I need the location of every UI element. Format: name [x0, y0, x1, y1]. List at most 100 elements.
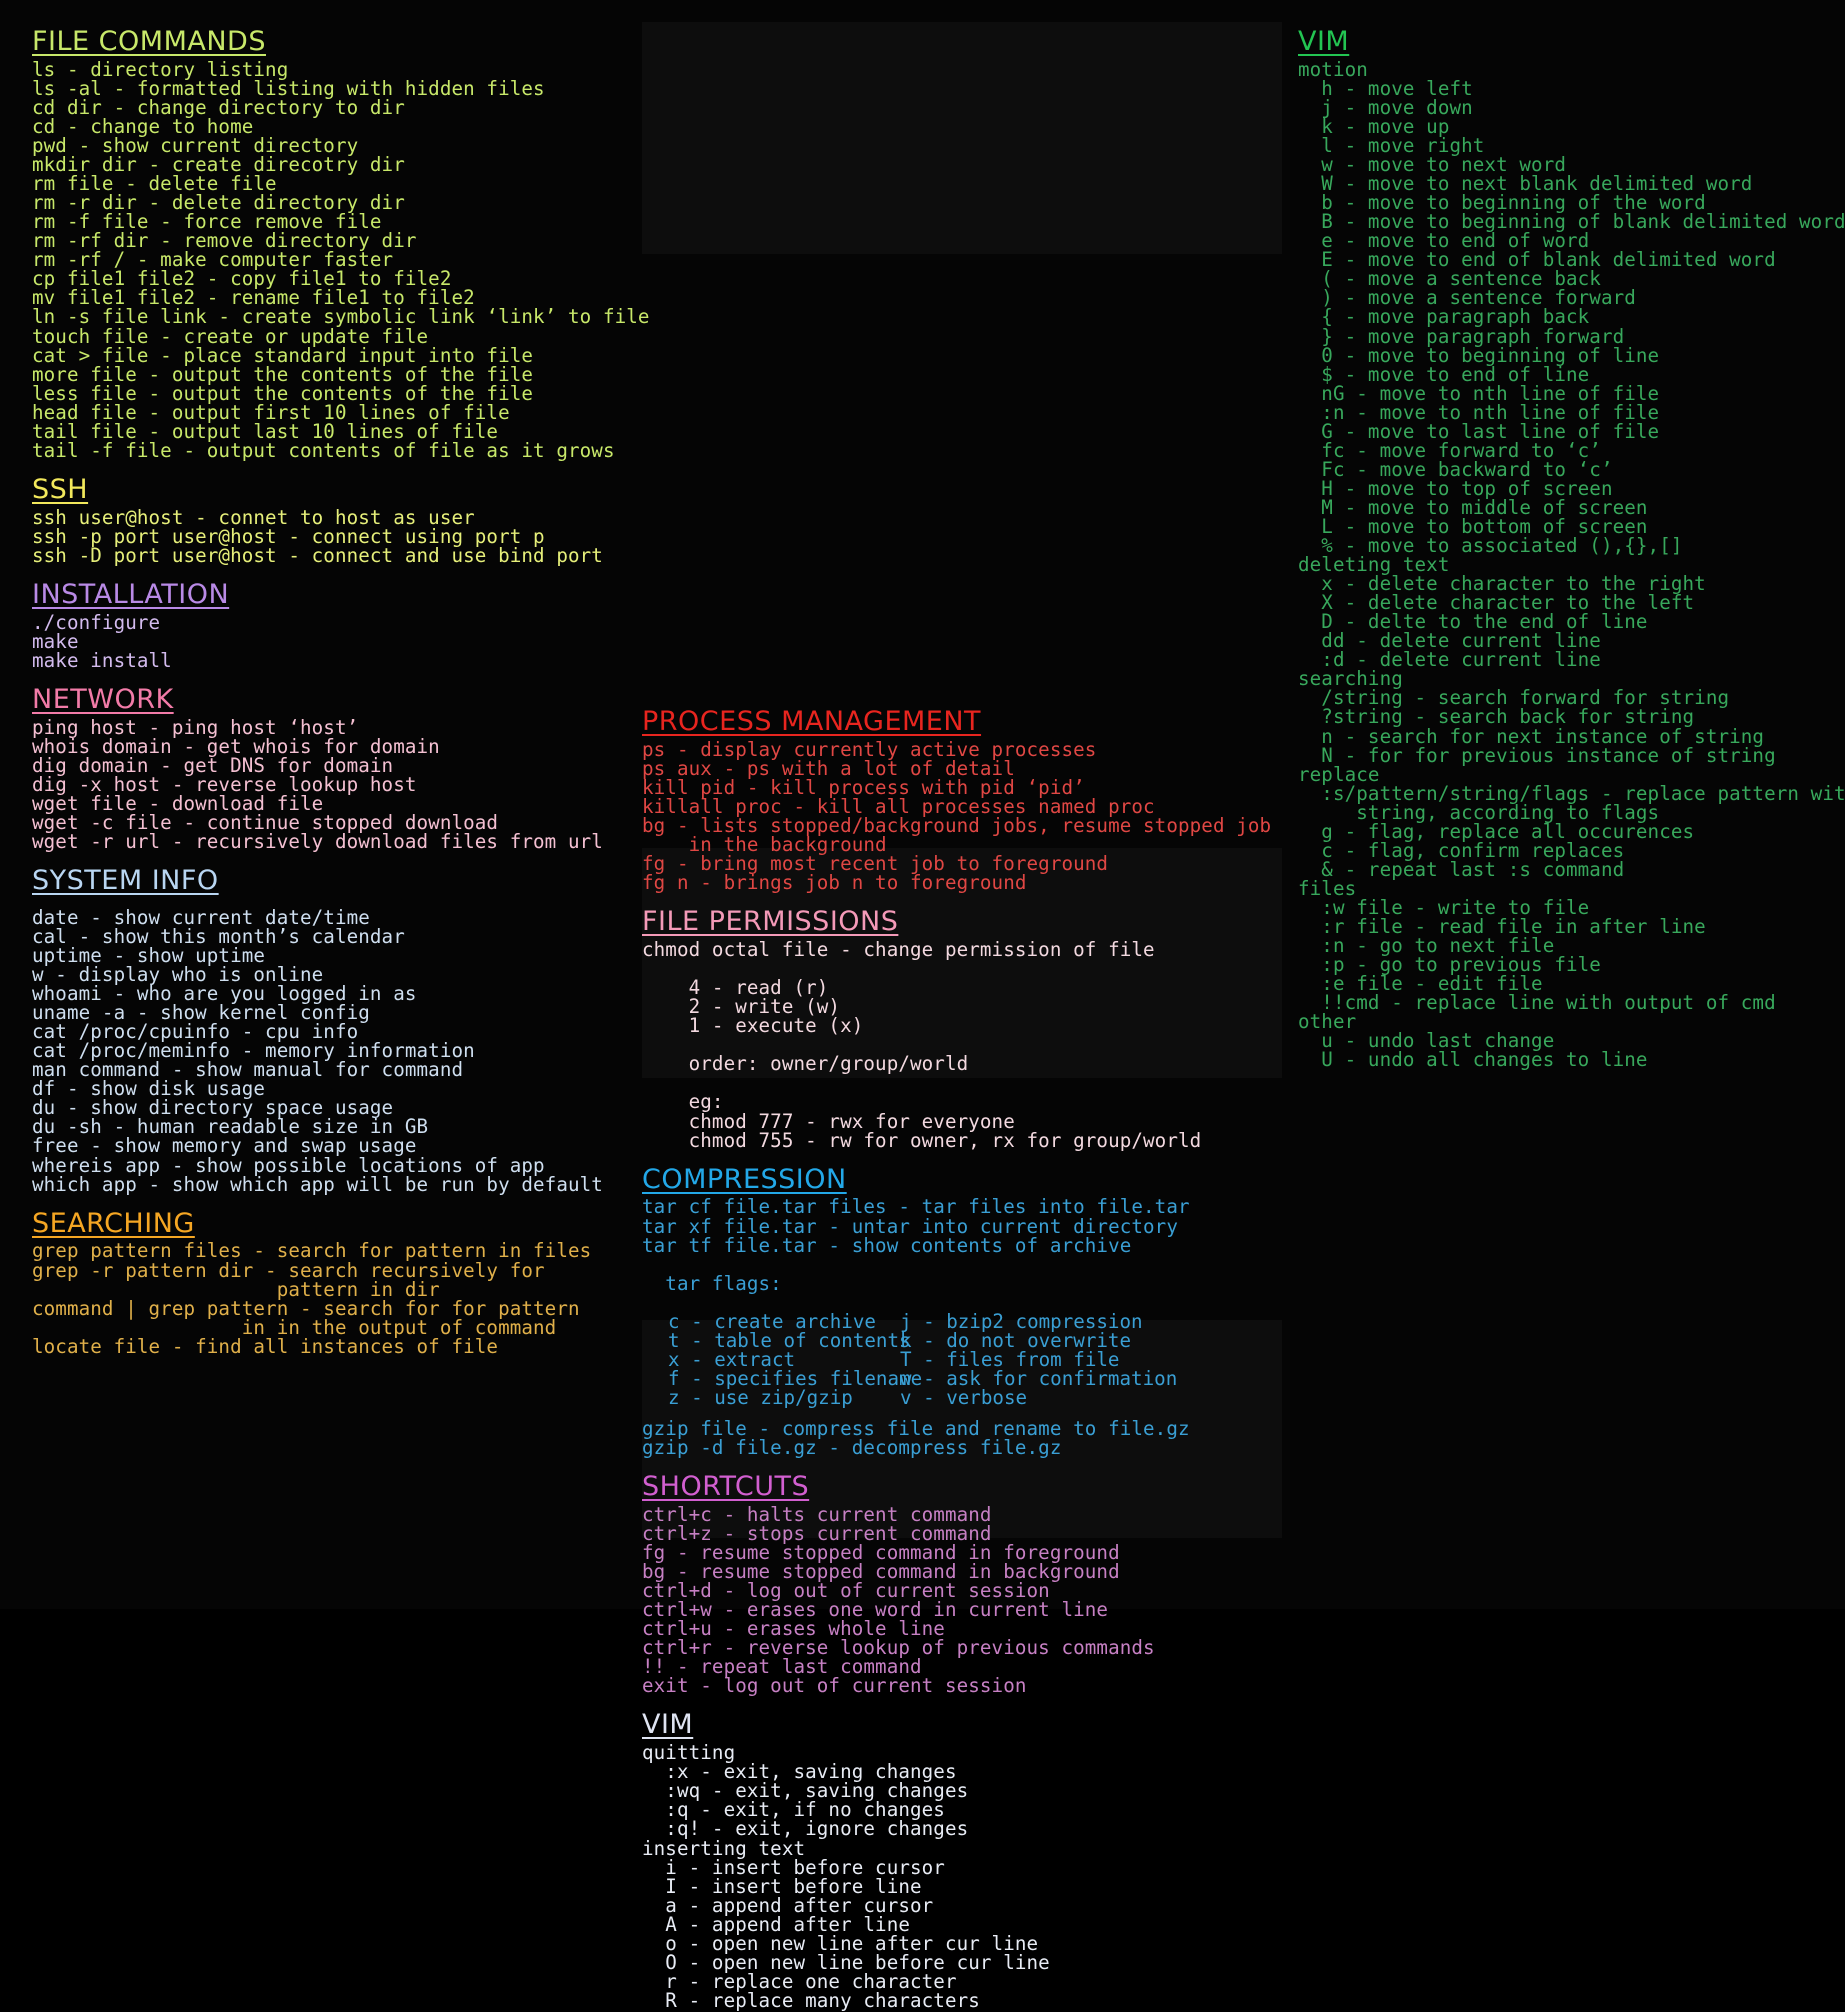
vim-col3-list: motion h - move left j - move down k - m…	[1298, 60, 1845, 1072]
section-title-ssh: SSH	[32, 473, 89, 505]
section-vim-col3: VIM motion h - move left j - move down k…	[1298, 26, 1845, 1069]
list-item: exit - log out of current session	[642, 1674, 1027, 1698]
network-list: ping host - ping host ‘host’ whois domai…	[32, 715, 630, 852]
list-item: nG - move to nth line of file	[1298, 381, 1660, 405]
list-item: chmod 777 - rwx for everyone	[642, 1109, 1015, 1133]
system-info-list: date - show current date/time cal - show…	[32, 908, 630, 1194]
list-item: eg:	[642, 1090, 724, 1114]
section-process-management: PROCESS MANAGEMENT ps - display currentl…	[642, 706, 1280, 892]
list-item: inserting text	[642, 1836, 806, 1860]
section-searching: SEARCHING grep pattern files - search fo…	[32, 1208, 630, 1356]
list-item: gzip -d file.gz - decompress file.gz	[642, 1436, 1062, 1460]
list-item: c - flag, confirm replaces	[1298, 838, 1625, 862]
list-item: !! - repeat last command	[642, 1655, 922, 1679]
list-item: :x - exit, saving changes	[642, 1760, 957, 1784]
list-item: less file - output the contents of the f…	[32, 381, 534, 405]
table-cell: j - bzip2 compression	[900, 1309, 1143, 1333]
tar-flags-label: tar flags:	[642, 1274, 1280, 1293]
shortcuts-list: ctrl+c - halts current command ctrl+z - …	[642, 1505, 1280, 1698]
list-item: a - append after cursor	[642, 1893, 934, 1917]
list-item: tail file - output last 10 lines of file	[32, 419, 499, 443]
section-file-commands: FILE COMMANDS ls - directory listing ls …	[32, 26, 650, 462]
list-item: cat > file - place standard input into f…	[32, 343, 534, 367]
list-item: tar xf file.tar - untar into current dir…	[642, 1214, 1178, 1238]
list-item: whereis app - show possible locations of…	[32, 1153, 545, 1177]
list-item: U - undo all changes to line	[1298, 1048, 1648, 1072]
section-title-system-info: SYSTEM INFO	[32, 865, 219, 897]
list-item: fc - move forward to ‘c’	[1298, 438, 1601, 462]
list-item: A - append after line	[642, 1912, 910, 1936]
list-item: 0 - move to beginning of line	[1298, 343, 1660, 367]
list-item: :n - move to nth line of file	[1298, 400, 1660, 424]
section-title-compression: COMPRESSION	[642, 1163, 847, 1195]
list-item: ssh -D port user@host - connect and use …	[32, 543, 603, 567]
list-item: more file - output the contents of the f…	[32, 362, 534, 386]
table-cell: z - use zip/gzip	[668, 1385, 853, 1409]
list-item: which app - show which app will be run b…	[32, 1172, 603, 1196]
list-item: in in the output of command	[32, 1315, 557, 1339]
section-title-searching: SEARCHING	[32, 1207, 195, 1239]
column-right: VIM motion h - move left j - move down k…	[1280, 26, 1845, 1609]
list-item: :q! - exit, ignore changes	[642, 1817, 969, 1841]
table-cell: k - do not overwrite	[900, 1328, 1132, 1352]
list-item: ping host - ping host ‘host’	[32, 715, 359, 739]
compression-top-list: tar cf file.tar files - tar files into f…	[642, 1197, 1280, 1254]
cheatsheet-page: FILE COMMANDS ls - directory listing ls …	[0, 0, 1845, 2010]
list-item: chmod octal file - change permission of …	[642, 938, 1155, 962]
list-item: O - open new line before cur line	[642, 1950, 1050, 1974]
list-item: ln -s file link - create symbolic link ‘…	[32, 305, 650, 329]
section-ssh: SSH ssh user@host - connet to host as us…	[32, 474, 630, 565]
list-item: r - replace one character	[642, 1969, 957, 1993]
list-item: R - replace many characters	[642, 1988, 980, 2012]
list-item: ctrl+w - erases one word in current line	[642, 1598, 1109, 1622]
list-item: whois domain - get whois for domain	[32, 734, 440, 758]
table-cell: v - verbose	[900, 1385, 1028, 1409]
list-item: fg n - brings job n to foreground	[642, 871, 1027, 895]
searching-list: grep pattern files - search for pattern …	[32, 1241, 630, 1355]
section-compression: COMPRESSION tar cf file.tar files - tar …	[642, 1163, 1280, 1460]
list-item: head file - output first 10 lines of fil…	[32, 400, 510, 424]
list-item: i - insert before cursor	[642, 1855, 945, 1879]
list-item: 1 - execute (x)	[642, 1014, 864, 1038]
list-item: :q - exit, if no changes	[642, 1798, 945, 1822]
list-item	[642, 1073, 1280, 1092]
list-item: o - open new line after cur line	[642, 1931, 1039, 1955]
list-item: !!cmd - replace line with output of cmd	[1298, 991, 1776, 1015]
list-item: N - for for previous instance of string	[1298, 743, 1776, 767]
list-item: ?string - search back for string	[1298, 705, 1695, 729]
column-middle: PROCESS MANAGEMENT ps - display currentl…	[630, 22, 1282, 2010]
list-item: I - insert before line	[642, 1874, 922, 1898]
list-item: n - search for next instance of string	[1298, 724, 1765, 748]
list-item: tar flags:	[642, 1271, 782, 1295]
list-item: & - repeat last :s command	[1298, 857, 1625, 881]
list-item: { - move paragraph back	[1298, 305, 1590, 329]
ssh-list: ssh user@host - connet to host as user s…	[32, 508, 630, 565]
process-panel-shade	[642, 22, 1282, 254]
file-permissions-list: chmod octal file - change permission of …	[642, 940, 1280, 1150]
tar-flags-table: c - create archive j - bzip2 compression…	[642, 1312, 1280, 1407]
list-item: ctrl+r - reverse lookup of previous comm…	[642, 1636, 1155, 1660]
section-shortcuts: SHORTCUTS ctrl+c - halts current command…	[642, 1471, 1280, 1695]
list-item: replace	[1298, 762, 1380, 786]
list-item: G - move to last line of file	[1298, 419, 1660, 443]
list-item: ./configure	[32, 610, 161, 634]
section-installation: INSTALLATION ./configure make make insta…	[32, 579, 630, 670]
section-title-shortcuts: SHORTCUTS	[642, 1471, 810, 1503]
section-title-file-commands: FILE COMMANDS	[32, 26, 266, 57]
section-system-info: SYSTEM INFO date - show current date/tim…	[32, 865, 630, 1194]
section-title-vim-col2: VIM	[642, 1709, 694, 1741]
process-management-list: ps - display currently active processes …	[642, 740, 1280, 895]
section-network: NETWORK ping host - ping host ‘host’ who…	[32, 684, 630, 851]
list-item: locate file - find all instances of file	[32, 1334, 499, 1358]
list-item: g - flag, replace all occurences	[1298, 819, 1695, 843]
list-item: ctrl+u - erases whole line	[642, 1617, 945, 1641]
section-title-process-management: PROCESS MANAGEMENT	[642, 706, 982, 737]
list-item: tail -f file - output contents of file a…	[32, 438, 615, 462]
list-item: order: owner/group/world	[642, 1052, 969, 1076]
section-title-file-permissions: FILE PERMISSIONS	[642, 906, 899, 938]
vim-col2-list: quitting :x - exit, saving changes :wq -…	[642, 1743, 1280, 2010]
list-item: touch file - create or update file	[32, 324, 429, 348]
column-left: FILE COMMANDS ls - directory listing ls …	[0, 26, 650, 1609]
list-item: grep -r pattern dir - search recursively…	[32, 1258, 545, 1282]
